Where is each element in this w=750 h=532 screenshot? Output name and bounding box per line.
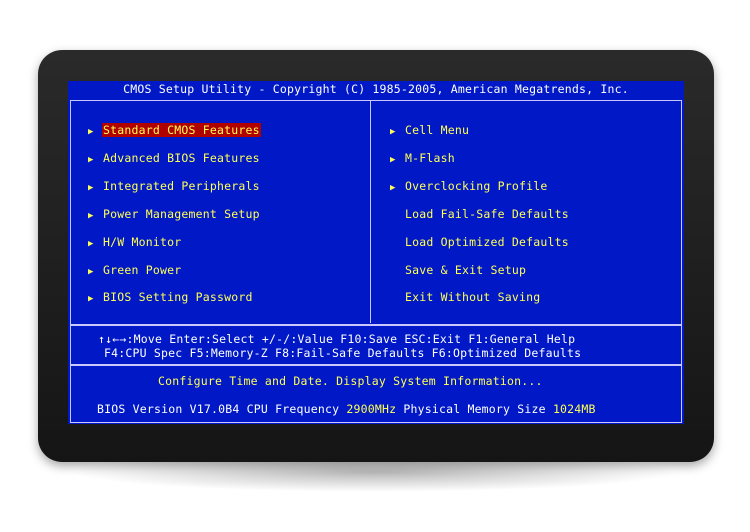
arrow-right-icon: ▶ bbox=[390, 183, 396, 193]
arrow-right-icon: ▶ bbox=[390, 155, 396, 165]
menu-item-label: BIOS Setting Password bbox=[103, 290, 253, 304]
memory-size-value: 1024MB bbox=[552, 402, 596, 416]
cpu-frequency-value: 2900MHz bbox=[346, 402, 397, 416]
menu-item-label: Standard CMOS Features bbox=[102, 123, 261, 137]
menu-item-label: H/W Monitor bbox=[103, 235, 182, 249]
bios-version-label: BIOS Version V17.0B4 CPU Frequency bbox=[97, 402, 347, 416]
arrow-right-icon: ▶ bbox=[88, 155, 94, 165]
menu-divider bbox=[370, 100, 371, 323]
menu-item-standard-cmos-features[interactable]: ▶ Standard CMOS Features bbox=[88, 122, 261, 138]
arrow-right-icon: ▶ bbox=[88, 267, 94, 277]
menu-item-integrated-peripherals[interactable]: ▶ Integrated Peripherals bbox=[88, 178, 261, 194]
menu-item-label: Cell Menu bbox=[405, 123, 470, 137]
menu-item-bios-setting-password[interactable]: ▶ BIOS Setting Password bbox=[88, 289, 254, 305]
menu-item-save-exit-setup[interactable]: Save & Exit Setup bbox=[390, 262, 527, 278]
menu-item-m-flash[interactable]: ▶ M-Flash bbox=[390, 150, 456, 166]
menu-item-label: M-Flash bbox=[405, 151, 455, 165]
bios-info-line: BIOS Version V17.0B4 CPU Frequency 2900M… bbox=[97, 401, 596, 417]
menu-item-green-power[interactable]: ▶ Green Power bbox=[88, 262, 182, 278]
menu-item-power-management-setup[interactable]: ▶ Power Management Setup bbox=[88, 206, 261, 222]
menu-item-hw-monitor[interactable]: ▶ H/W Monitor bbox=[88, 234, 182, 250]
arrow-right-icon: ▶ bbox=[88, 294, 94, 304]
arrow-right-icon: ▶ bbox=[88, 183, 94, 193]
menu-item-load-optimized-defaults[interactable]: Load Optimized Defaults bbox=[390, 234, 570, 250]
menu-item-label: Integrated Peripherals bbox=[103, 179, 260, 193]
key-legend-line-2: F4:CPU Spec F5:Memory-Z F8:Fail-Safe Def… bbox=[104, 346, 582, 360]
menu-item-overclocking-profile[interactable]: ▶ Overclocking Profile bbox=[390, 178, 548, 194]
menu-item-load-fail-safe-defaults[interactable]: Load Fail-Safe Defaults bbox=[390, 206, 570, 222]
menu-item-label: Power Management Setup bbox=[103, 207, 260, 221]
menu-item-label: Advanced BIOS Features bbox=[103, 151, 260, 165]
menu-item-exit-without-saving[interactable]: Exit Without Saving bbox=[390, 289, 541, 305]
title-bar: CMOS Setup Utility - Copyright (C) 1985-… bbox=[68, 81, 684, 97]
menu-item-label: Load Optimized Defaults bbox=[405, 235, 569, 249]
bios-screen: CMOS Setup Utility - Copyright (C) 1985-… bbox=[68, 81, 684, 424]
menu-item-label: Exit Without Saving bbox=[405, 290, 541, 304]
arrow-right-icon: ▶ bbox=[390, 127, 396, 137]
arrow-right-icon: ▶ bbox=[88, 127, 94, 137]
menu-item-cell-menu[interactable]: ▶ Cell Menu bbox=[390, 122, 470, 138]
menu-item-label: Save & Exit Setup bbox=[405, 263, 527, 277]
menu-item-label: Load Fail-Safe Defaults bbox=[405, 207, 569, 221]
key-legend-line-1: ↑↓←→:Move Enter:Select +/-/:Value F10:Sa… bbox=[98, 332, 576, 346]
menu-item-label: Overclocking Profile bbox=[405, 179, 548, 193]
help-hint: Configure Time and Date. Display System … bbox=[158, 374, 543, 388]
arrow-right-icon: ▶ bbox=[88, 239, 94, 249]
arrow-right-icon: ▶ bbox=[88, 211, 94, 221]
menu-item-label: Green Power bbox=[103, 263, 182, 277]
memory-size-label: Physical Memory Size bbox=[396, 402, 553, 416]
menu-item-advanced-bios-features[interactable]: ▶ Advanced BIOS Features bbox=[88, 150, 261, 166]
